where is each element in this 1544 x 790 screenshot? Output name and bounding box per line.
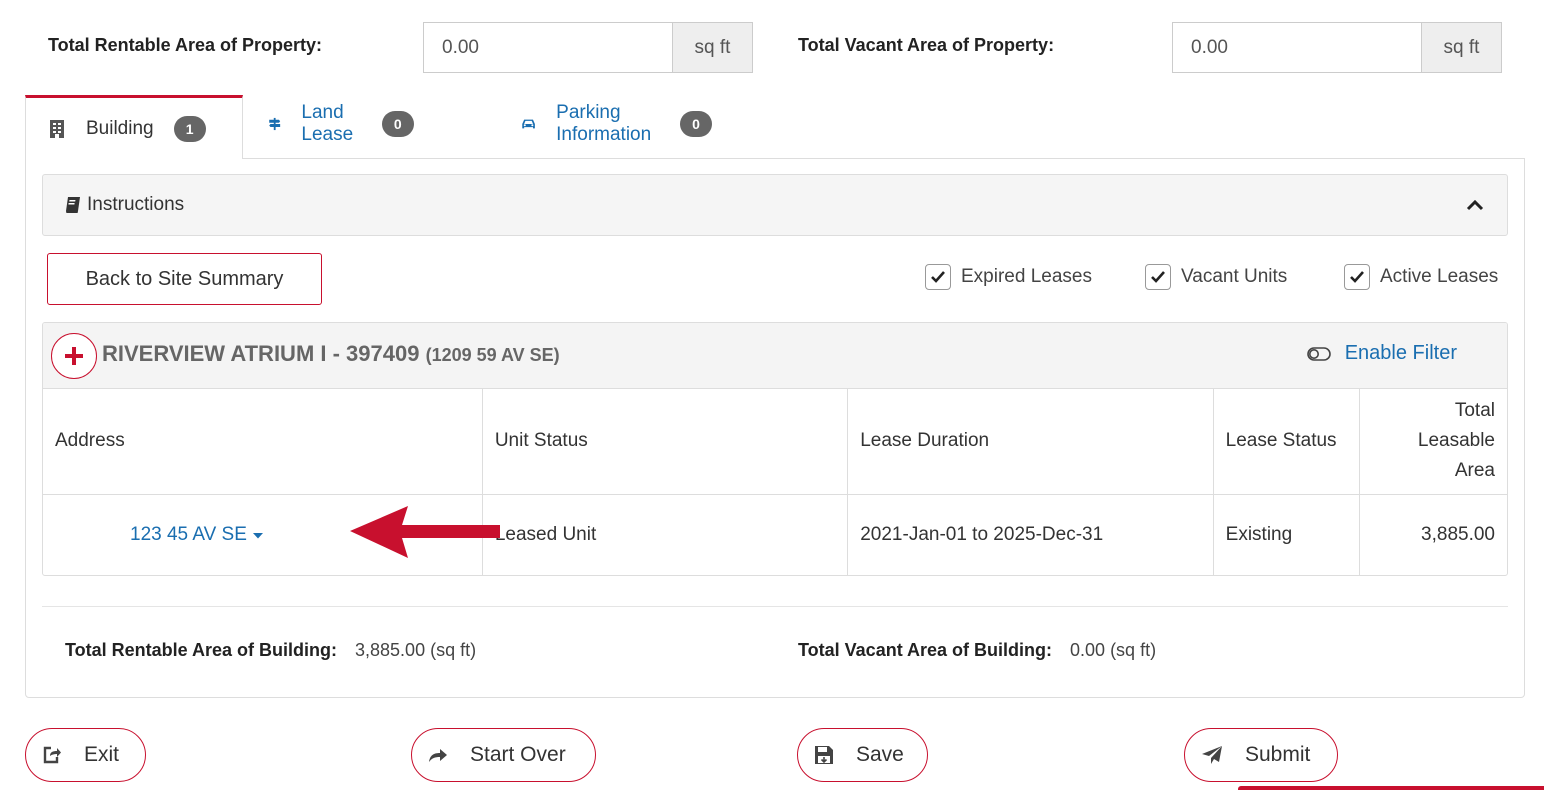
red-arrow-annotation xyxy=(350,506,500,558)
divider xyxy=(42,606,1508,607)
start-over-button[interactable]: Start Over xyxy=(411,728,596,782)
vacant-units-checkbox[interactable] xyxy=(1145,264,1171,290)
building-vacant-value: 0.00 (sq ft) xyxy=(1070,640,1157,660)
tab-parking-label: Parking Information xyxy=(556,102,652,145)
car-icon xyxy=(522,119,535,129)
cell-total-leasable-area: 3,885.00 xyxy=(1359,494,1507,575)
share-arrow-icon xyxy=(429,749,447,762)
property-vacant-input[interactable] xyxy=(1173,23,1421,72)
building-icon xyxy=(50,119,64,138)
property-vacant-unit: sq ft xyxy=(1421,23,1501,72)
caret-down-icon xyxy=(253,532,264,538)
building-name: RIVERVIEW ATRIUM I - 397409 xyxy=(102,341,420,366)
property-rentable-unit: sq ft xyxy=(672,23,752,72)
filter-expired-leases[interactable]: Expired Leases xyxy=(925,264,1092,290)
building-vacant-total: Total Vacant Area of Building: 0.00 (sq f… xyxy=(798,640,1156,661)
table-row: 123 45 AV SE Leased Unit 2021-Jan-01 to … xyxy=(43,494,1507,575)
cell-unit-status: Leased Unit xyxy=(482,494,849,575)
paper-plane-icon xyxy=(1202,746,1222,764)
col-address: Address xyxy=(43,389,483,495)
tab-building-label: Building xyxy=(86,117,154,139)
building-title: RIVERVIEW ATRIUM I - 397409 (1209 59 AV … xyxy=(102,341,560,367)
cell-lease-status: Existing xyxy=(1213,494,1360,575)
save-icon xyxy=(815,746,833,764)
property-rentable-label: Total Rentable Area of Property: xyxy=(48,35,323,55)
col-lease-duration: Lease Duration xyxy=(847,389,1214,495)
sign-out-icon xyxy=(43,746,61,764)
checkmark-icon xyxy=(931,271,945,283)
filter-active-leases[interactable]: Active Leases xyxy=(1344,264,1498,290)
building-card: RIVERVIEW ATRIUM I - 397409 (1209 59 AV … xyxy=(42,322,1508,576)
tab-parking-information[interactable]: Parking Information 0 xyxy=(521,92,713,156)
checkmark-icon xyxy=(1151,271,1165,283)
exit-button[interactable]: Exit xyxy=(25,728,146,782)
building-vacant-label: Total Vacant Area of Building: xyxy=(798,640,1053,660)
address-dropdown-link[interactable]: 123 45 AV SE xyxy=(130,524,264,545)
building-rentable-label: Total Rentable Area of Building: xyxy=(65,640,338,660)
tab-land-lease-label: Land Lease xyxy=(301,102,354,145)
units-table: Address Unit Status Lease Duration Lease… xyxy=(43,389,1507,575)
back-to-site-summary-button[interactable]: Back to Site Summary xyxy=(47,253,322,305)
tab-parking-count: 0 xyxy=(680,111,713,137)
signpost-icon xyxy=(269,117,281,131)
submit-button[interactable]: Submit xyxy=(1184,728,1338,782)
active-leases-checkbox[interactable] xyxy=(1344,264,1370,290)
save-button[interactable]: Save xyxy=(797,728,928,782)
checkmark-icon xyxy=(1350,271,1364,283)
col-unit-status: Unit Status xyxy=(482,389,849,495)
property-vacant-group: sq ft xyxy=(1172,22,1502,73)
decorative-strip xyxy=(1238,786,1544,790)
cell-address: 123 45 AV SE xyxy=(43,494,500,575)
tab-land-lease[interactable]: Land Lease 0 xyxy=(268,92,414,156)
filter-vacant-units[interactable]: Vacant Units xyxy=(1145,264,1287,290)
tab-building[interactable]: Building 1 xyxy=(25,95,243,159)
tab-building-count: 1 xyxy=(173,115,206,142)
property-vacant-label: Total Vacant Area of Property: xyxy=(798,35,1055,55)
instructions-accordion[interactable]: Instructions xyxy=(42,174,1508,236)
enable-filter-toggle[interactable]: Enable Filter xyxy=(1306,342,1457,365)
toggle-off-icon xyxy=(1306,346,1331,361)
start-over-label: Start Over xyxy=(470,743,566,766)
expired-leases-label: Expired Leases xyxy=(961,266,1092,287)
vacant-units-label: Vacant Units xyxy=(1181,266,1288,287)
plus-icon xyxy=(65,347,83,365)
tab-land-lease-count: 0 xyxy=(381,111,414,137)
property-rentable-input[interactable] xyxy=(424,23,672,72)
book-icon xyxy=(66,197,80,213)
col-lease-status: Lease Status xyxy=(1213,389,1360,495)
expired-leases-checkbox[interactable] xyxy=(925,264,951,290)
building-header: RIVERVIEW ATRIUM I - 397409 (1209 59 AV … xyxy=(43,323,1507,389)
col-total-leasable-area: Total Leasable Area xyxy=(1359,389,1507,495)
chevron-up-icon[interactable] xyxy=(1465,195,1485,215)
save-label: Save xyxy=(856,743,904,766)
table-header-row: Address Unit Status Lease Duration Lease… xyxy=(43,389,1507,495)
cell-lease-duration: 2021-Jan-01 to 2025-Dec-31 xyxy=(847,494,1214,575)
building-rentable-value: 3,885.00 (sq ft) xyxy=(355,640,477,660)
add-unit-button[interactable] xyxy=(51,333,97,379)
enable-filter-label: Enable Filter xyxy=(1344,342,1457,364)
active-leases-label: Active Leases xyxy=(1380,266,1499,287)
submit-label: Submit xyxy=(1245,743,1311,766)
exit-label: Exit xyxy=(84,743,120,766)
building-rentable-total: Total Rentable Area of Building: 3,885.00… xyxy=(65,640,476,661)
instructions-label: Instructions xyxy=(87,194,185,215)
property-rentable-group: sq ft xyxy=(423,22,753,73)
building-address: (1209 59 AV SE) xyxy=(425,345,560,365)
